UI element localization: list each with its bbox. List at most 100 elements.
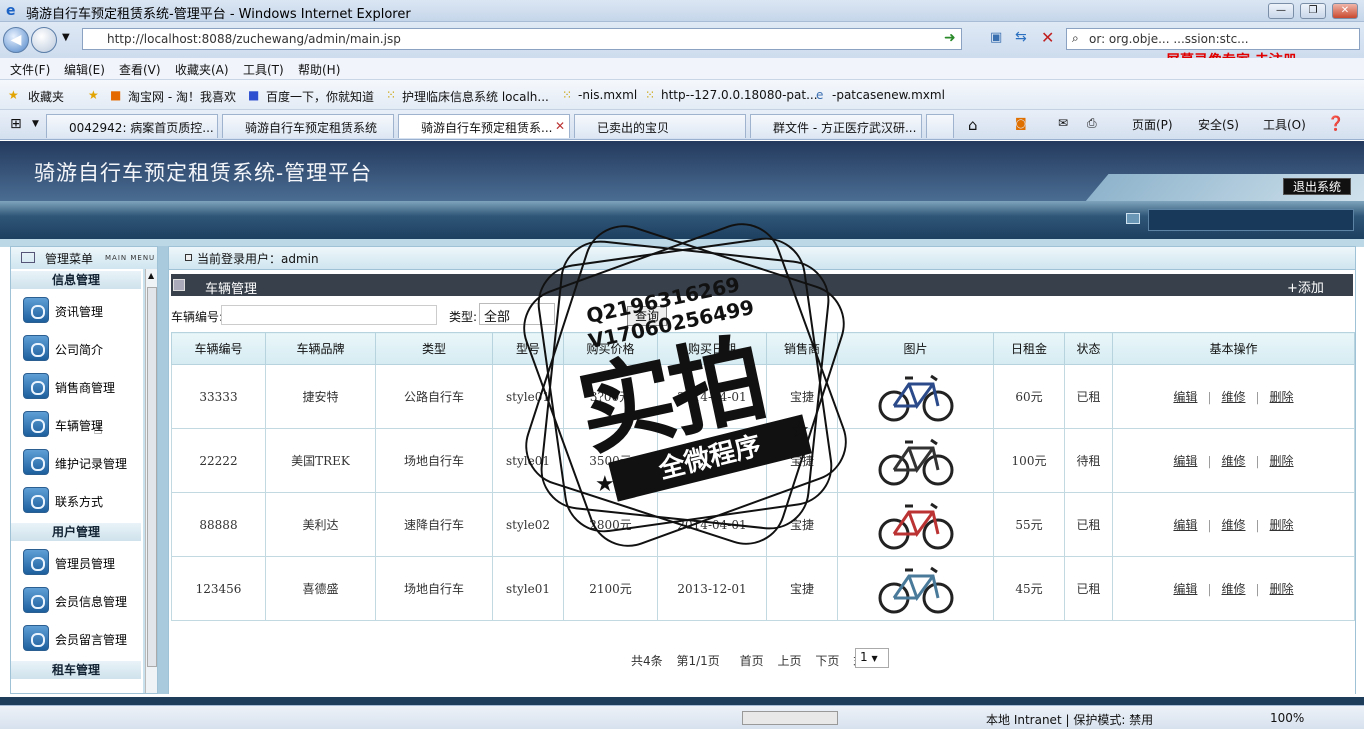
page-menu[interactable]: 页面(P) (1132, 116, 1173, 133)
menu-view[interactable]: 查看(V) (119, 61, 161, 78)
sidebar-item-messages[interactable]: 会员留言管理 (21, 623, 139, 655)
section-icon (173, 279, 185, 291)
menu-file[interactable]: 文件(F) (10, 61, 50, 78)
tab-close-icon[interactable]: ✕ (555, 119, 565, 133)
compat-icon[interactable]: ➜ (944, 30, 956, 46)
stop-icon[interactable]: ✕ (1041, 28, 1054, 47)
edit-link[interactable]: 编辑 (1173, 582, 1197, 596)
print-icon[interactable]: ⎙ (1087, 116, 1097, 131)
minimize-button[interactable]: — (1268, 3, 1294, 19)
cell-code: 88888 (171, 492, 266, 557)
sidebar-item-sellers[interactable]: 销售商管理 (21, 371, 139, 403)
new-tab-button[interactable] (926, 114, 954, 138)
pager-next[interactable]: 下页 (815, 654, 839, 668)
refresh-icon[interactable]: ⇆ (1015, 29, 1027, 45)
help-icon[interactable]: ❓ (1327, 116, 1344, 132)
content-area: 车辆管理 +添加 车辆编号: 类型: 全部 查询 车辆编号 车辆品牌 类型 型号… (169, 269, 1355, 695)
delete-link[interactable]: 删除 (1270, 582, 1294, 596)
separator: | (1207, 454, 1212, 468)
fav-link-baidu[interactable]: 百度一下，你就知道 (266, 88, 374, 105)
cursor-icon: ☝ (93, 419, 103, 438)
tab-sold-items[interactable]: 已卖出的宝贝 (574, 114, 746, 138)
quick-tabs-icon[interactable]: ⊞ (10, 116, 22, 132)
tab-group-files[interactable]: 群文件 - 方正医疗武汉研... (750, 114, 922, 138)
sidebar-scrollbar[interactable]: ▲ (145, 269, 157, 693)
repair-link[interactable]: 维修 (1221, 454, 1245, 468)
add-favorite-icon[interactable]: ★ (88, 88, 99, 102)
cell-brand: 美利达 (265, 492, 376, 557)
forward-button[interactable] (31, 27, 57, 53)
search-field[interactable]: or: org.obje... ...ssion:stc... (1066, 28, 1360, 50)
scroll-up-icon[interactable]: ▲ (148, 271, 154, 280)
favorites-button[interactable]: 收藏夹 (28, 88, 64, 105)
sidebar-item-vehicles[interactable]: 车辆管理 (21, 409, 139, 441)
sidebar-item-contact[interactable]: 联系方式 (21, 485, 139, 517)
edit-link[interactable]: 编辑 (1173, 518, 1197, 532)
menu-help[interactable]: 帮助(H) (298, 61, 340, 78)
fav-link-taobao[interactable]: 淘宝网 - 淘！我喜欢 (128, 88, 236, 105)
sidebar-item-company[interactable]: 公司简介 (21, 333, 139, 365)
cell-date (657, 428, 767, 493)
repair-link[interactable]: 维修 (1221, 390, 1245, 404)
group-info[interactable]: 信息管理 (11, 271, 141, 289)
delete-link[interactable]: 删除 (1270, 390, 1294, 404)
compat-view-icon[interactable]: ▣ (990, 30, 1002, 45)
add-button[interactable]: +添加 (1287, 277, 1324, 296)
cell-brand: 喜德盛 (265, 556, 376, 621)
gear-icon (23, 297, 49, 323)
app-subbar (0, 201, 1364, 239)
pane-splitter[interactable] (158, 246, 168, 694)
cell-price: 3?00元 (563, 364, 658, 429)
tab-bike-system[interactable]: 骑游自行车预定租赁系统 (222, 114, 394, 138)
zoom-level[interactable]: 100% (1270, 711, 1304, 725)
tab-list-dropdown-icon[interactable]: ▼ (32, 119, 39, 129)
cell-seller: 宝捷 (766, 492, 838, 557)
close-button[interactable]: ✕ (1332, 3, 1358, 19)
delete-link[interactable]: 删除 (1270, 518, 1294, 532)
safety-menu[interactable]: 安全(S) (1198, 116, 1239, 133)
feeds-icon[interactable]: ◙ (1015, 116, 1027, 130)
fav-link-patcase[interactable]: -patcasenew.mxml (832, 88, 945, 102)
logout-button[interactable]: 退出系统 (1283, 178, 1351, 195)
edit-link[interactable]: 编辑 (1173, 454, 1197, 468)
delete-link[interactable]: 删除 (1270, 454, 1294, 468)
cell-price: 3500元 (563, 428, 658, 493)
sidebar-item-news[interactable]: 资讯管理 (21, 295, 139, 327)
fav-link-http[interactable]: http--127.0.0.18080-pat... (661, 88, 818, 102)
menu-tools[interactable]: 工具(T) (243, 61, 284, 78)
page-select[interactable]: 1 ▼ (855, 648, 889, 668)
group-rental[interactable]: 租车管理 (11, 661, 141, 679)
search-button[interactable]: 查询 (627, 306, 667, 326)
type-select[interactable]: 全部 (479, 303, 555, 325)
scroll-thumb[interactable] (147, 287, 157, 667)
repair-link[interactable]: 维修 (1221, 518, 1245, 532)
back-button[interactable]: ◀ (3, 27, 29, 53)
sidebar-item-members[interactable]: 会员信息管理 (21, 585, 139, 617)
pager-first[interactable]: 首页 (740, 654, 764, 668)
repair-link[interactable]: 维修 (1221, 582, 1245, 596)
menu-favorites[interactable]: 收藏夹(A) (175, 61, 229, 78)
cell-brand: 美国TREK (265, 428, 376, 493)
url-field[interactable]: http://localhost:8088/zuchewang/admin/ma… (82, 28, 962, 50)
taobao-icon: ■ (110, 88, 122, 102)
cell-date: 2013-12-01 (657, 556, 767, 621)
home-icon[interactable]: ⌂ (968, 116, 978, 134)
sidebar-header: 管理菜单 MAIN MENU (11, 247, 157, 269)
security-zone[interactable]: 本地 Intranet | 保护模式: 禁用 (986, 711, 1153, 728)
fav-link-nis[interactable]: -nis.mxml (578, 88, 637, 102)
history-dropdown-icon[interactable]: ▼ (62, 32, 70, 43)
tab-bike-system-active[interactable]: 骑游自行车预定租赁系... ✕ (398, 114, 570, 138)
tab-bug-report[interactable]: 0042942: 病案首页质控... (46, 114, 218, 138)
menu-edit[interactable]: 编辑(E) (64, 61, 105, 78)
code-input[interactable] (221, 305, 437, 325)
group-users[interactable]: 用户管理 (11, 523, 141, 541)
tools-menu[interactable]: 工具(O) (1263, 116, 1306, 133)
edit-link[interactable]: 编辑 (1173, 390, 1197, 404)
maximize-button[interactable]: ❐ (1300, 3, 1326, 19)
pager-prev[interactable]: 上页 (777, 654, 801, 668)
fav-link-nursing[interactable]: 护理临床信息系统 localh... (402, 88, 549, 105)
col-price: 购买价格 (563, 332, 658, 365)
sidebar-item-maintenance[interactable]: 维护记录管理 (21, 447, 139, 479)
mail-icon[interactable]: ✉ (1058, 116, 1068, 130)
sidebar-item-admins[interactable]: 管理员管理 (21, 547, 139, 579)
